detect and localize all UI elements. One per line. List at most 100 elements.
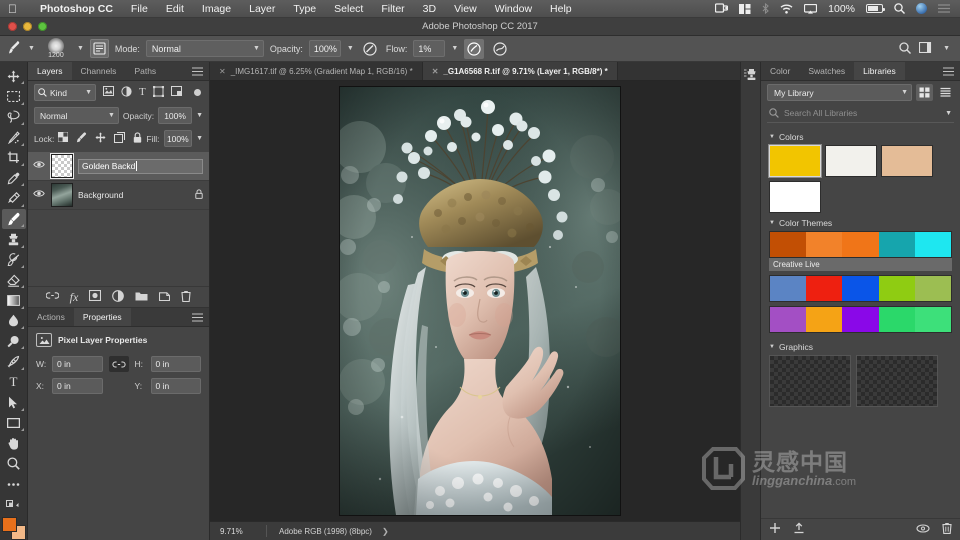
menu-item-3d[interactable]: 3D [414,3,445,15]
layers-panel-menu-icon[interactable] [192,62,209,80]
type-filter-icon[interactable]: T [139,87,146,98]
pen-tool[interactable] [2,351,26,371]
move-tool[interactable] [2,66,26,86]
airdrop-icon[interactable] [715,3,729,14]
table-row[interactable]: Golden Backd [28,152,209,181]
user-avatar-icon[interactable] [916,3,927,14]
layer-blend-mode-select[interactable]: Normal ▼ [34,107,119,124]
graphic-thumbnail-1[interactable] [769,355,851,407]
section-header-color-themes[interactable]: ▼ Color Themes [761,213,960,231]
artboard-image[interactable] [340,87,620,515]
color-swatch-2[interactable] [825,145,877,177]
tab-channels[interactable]: Channels [72,62,126,80]
canvas-viewport[interactable] [210,81,750,521]
layer-locked-icon[interactable] [195,189,203,201]
tab-color[interactable]: Color [761,62,799,80]
brush-tool[interactable] [1,208,26,230]
crop-tool[interactable] [2,148,26,168]
gradient-tool[interactable] [2,290,26,310]
clone-stamp-tool[interactable] [2,229,26,249]
smartobject-filter-icon[interactable] [170,86,182,99]
graphic-thumbnail-2[interactable] [856,355,938,407]
airbrush-icon[interactable] [464,38,485,59]
menu-item-filter[interactable]: Filter [372,3,413,15]
library-search-row[interactable]: Search All Libraries ▼ [767,104,954,123]
pixel-filter-icon[interactable] [103,86,114,99]
brush-settings-caret-icon[interactable]: ▼ [77,45,84,52]
quick-selection-tool[interactable] [2,127,26,147]
layer-opacity-input[interactable]: 100% [158,107,193,124]
brush-panel-icon[interactable] [89,39,109,58]
menu-item-layer[interactable]: Layer [240,3,284,15]
menu-item-view[interactable]: View [445,3,486,15]
layout-icon[interactable] [739,3,751,14]
zoom-level-input[interactable]: 9.71% [210,527,266,536]
menu-item-type[interactable]: Type [284,3,325,15]
blend-mode-select[interactable]: Normal ▼ [145,40,264,57]
menu-item-file[interactable]: File [122,3,157,15]
section-header-graphics[interactable]: ▼ Graphics [761,337,960,355]
opacity-caret-icon[interactable]: ▼ [347,45,354,52]
lock-all-icon[interactable] [133,131,142,146]
healing-brush-tool[interactable] [2,188,26,208]
bluetooth-icon[interactable] [762,3,769,14]
menu-item-edit[interactable]: Edit [157,3,193,15]
clone-source-panel-icon[interactable] [743,68,758,84]
list-view-icon[interactable] [937,84,954,101]
layer-style-fx-icon[interactable]: fx [70,290,79,305]
color-theme-2[interactable] [769,275,952,302]
lock-transparency-icon[interactable] [57,131,69,145]
table-row[interactable]: Background [28,181,209,210]
tab-actions[interactable]: Actions [28,308,74,326]
layer-thumbnail[interactable] [51,154,73,178]
chevron-down-icon[interactable]: ▼ [945,110,952,117]
color-swatch-3[interactable] [881,145,933,177]
edit-toolbar-button[interactable] [2,474,26,494]
dodge-tool[interactable] [2,331,26,351]
link-share-icon[interactable] [916,523,930,536]
section-header-colors[interactable]: ▼ Colors [761,127,960,145]
layer-filter-toggle[interactable] [194,89,201,96]
color-theme-3[interactable] [769,306,952,333]
foreground-background-color[interactable] [1,516,26,540]
new-group-icon[interactable] [135,291,148,304]
tab-swatches[interactable]: Swatches [799,62,854,80]
adjustment-layer-icon[interactable] [112,289,125,305]
add-content-icon[interactable] [769,522,781,537]
tab-libraries[interactable]: Libraries [854,62,905,80]
opacity-input[interactable]: 100% [308,40,341,57]
marquee-tool[interactable] [2,86,26,106]
airplay-icon[interactable] [804,3,818,14]
workspace-icon[interactable] [919,41,935,55]
document-tab-2[interactable]: ✕ _G1A6568 R.tif @ 9.71% (Layer 1, RGB/8… [422,62,618,80]
foreground-color-swatch[interactable] [1,516,17,532]
brush-size-preview[interactable]: 1200 [41,37,71,61]
delete-layer-icon[interactable] [181,290,191,305]
smoothing-icon[interactable] [490,39,510,59]
workspace-caret-icon[interactable]: ▼ [943,45,950,52]
search-icon[interactable] [899,41,912,56]
libraries-panel-menu-icon[interactable] [943,62,960,80]
menu-item-photoshop[interactable]: Photoshop CC [31,3,122,15]
battery-charging-icon[interactable] [866,4,885,13]
quick-mask-toggle[interactable] [2,494,26,514]
x-position-field[interactable]: 0 in [52,378,103,394]
rectangle-tool[interactable] [2,413,26,433]
new-layer-icon[interactable] [159,290,171,304]
lock-artboard-icon[interactable] [114,131,126,146]
apple-icon[interactable]:  [8,3,17,15]
zoom-tool[interactable] [2,453,26,473]
close-tab-icon[interactable]: ✕ [432,67,439,76]
tab-properties[interactable]: Properties [73,308,131,326]
menu-item-window[interactable]: Window [486,3,541,15]
delete-icon[interactable] [942,522,952,537]
y-position-field[interactable]: 0 in [150,378,201,394]
adjustment-filter-icon[interactable] [121,85,132,100]
document-tab-1[interactable]: ✕ _IMG1617.tif @ 6.25% (Gradient Map 1, … [210,62,423,80]
spotlight-search-icon[interactable] [894,3,905,14]
notification-center-icon[interactable] [938,4,950,13]
menu-item-select[interactable]: Select [325,3,372,15]
type-tool[interactable]: T [2,372,26,392]
wifi-icon[interactable] [780,4,793,14]
library-search-input[interactable]: Search All Libraries [784,108,940,118]
